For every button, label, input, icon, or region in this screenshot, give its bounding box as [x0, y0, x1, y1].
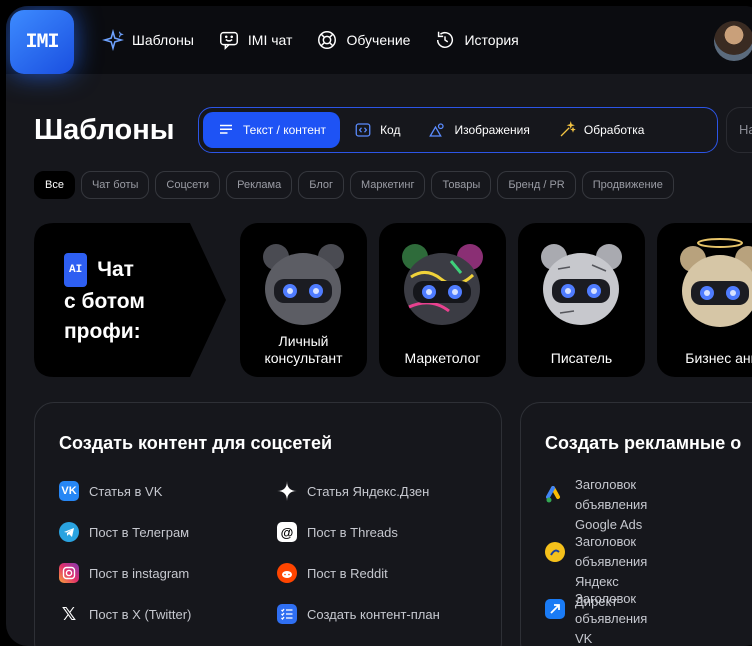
filter-chip[interactable]: Товары [431, 171, 492, 199]
tab-text-content[interactable]: Текст / контент [203, 112, 341, 148]
tab-label: Обработка [583, 123, 645, 137]
bot-label: Маркетолог [404, 350, 481, 366]
checklist-icon [277, 604, 297, 624]
item-line: VK Реклама [575, 631, 593, 646]
lifebuoy-icon [318, 31, 337, 49]
list-item-google-ads[interactable]: Заголовок объявления Google Ads [545, 475, 647, 535]
item-label: Создать контент-план [307, 606, 440, 622]
vk-ads-icon [545, 599, 565, 619]
logo[interactable]: IMI [10, 10, 74, 74]
list-item-telegram-post[interactable]: Пост в Телеграм [59, 522, 189, 542]
page-title: Шаблоны [34, 114, 175, 146]
bot-label: Личный консультант [264, 333, 343, 366]
sparkle-icon [102, 29, 124, 51]
filter-chip[interactable]: Бренд / PR [497, 171, 576, 199]
list-item-reddit-post[interactable]: Пост в Reddit [277, 563, 388, 583]
google-ads-icon [545, 485, 565, 505]
item-text: Заголовок объявления VK Реклама [575, 589, 647, 646]
list-item-instagram-post[interactable]: Пост в instagram [59, 563, 189, 583]
main-nav: Шаблоны IMI чат Обучение История [102, 6, 519, 74]
item-label: Пост в X (Twitter) [89, 606, 192, 622]
x-icon: 𝕏 [61, 603, 77, 624]
list-item-dzen-article[interactable]: Статья Яндекс.Дзен [277, 481, 429, 501]
card-title: Создать контент для соцсетей [59, 433, 333, 453]
history-icon [437, 31, 454, 48]
nav-item-templates[interactable]: Шаблоны [102, 29, 194, 51]
list-item-threads-post[interactable]: @ Пост в Threads [277, 522, 398, 542]
nav-label: История [464, 32, 519, 48]
promo-card: AI Чат с ботом профи: [34, 223, 226, 377]
tab-label: Текст / контент [243, 123, 327, 137]
filter-chip[interactable]: Продвижение [581, 171, 674, 199]
tab-label: Код [380, 123, 401, 137]
promo-line: с ботом [64, 290, 145, 313]
instagram-icon [59, 563, 79, 583]
item-label: Пост в Threads [307, 524, 398, 540]
promo-line: профи: [64, 320, 141, 343]
avatar[interactable] [714, 21, 752, 61]
item-text: Заголовок объявления Google Ads [575, 475, 647, 535]
ads-content-card: Создать рекламные о Заголовок объявления… [520, 402, 752, 646]
yandex-direct-icon [545, 542, 565, 562]
robot-bear-icon [541, 244, 622, 325]
telegram-icon [59, 522, 79, 542]
item-label: Статья Яндекс.Дзен [307, 483, 430, 499]
tab-images[interactable]: Изображения [414, 112, 543, 148]
bot-label: Бизнес анг [685, 350, 752, 366]
dzen-icon [277, 481, 297, 501]
bot-card-writer[interactable]: Писатель [518, 223, 645, 377]
social-content-card: Создать контент для соцсетей VK Статья в… [34, 402, 502, 646]
filter-chip[interactable]: Чат боты [80, 171, 150, 199]
bot-card-marketer[interactable]: Маркетолог [379, 223, 506, 377]
promo-text: AI Чат с ботом профи: [64, 253, 145, 347]
filter-chip[interactable]: Блог [298, 171, 344, 199]
robot-bear-icon [680, 238, 752, 327]
category-tabs: Текст / контент Код Изображения Обработк… [198, 107, 718, 153]
nav-item-learning[interactable]: Обучение [316, 29, 410, 51]
chat-smile-icon [219, 31, 238, 51]
tab-processing[interactable]: Обработка [544, 112, 659, 148]
robot-bear-icon [402, 244, 483, 325]
item-line: Заголовок объявления [575, 591, 648, 626]
text-lines-icon [220, 124, 232, 134]
code-icon [355, 123, 371, 137]
robot-bear-icon [263, 244, 344, 325]
item-label: Пост в Телеграм [89, 524, 190, 540]
item-line: Заголовок объявления [575, 477, 648, 512]
filter-chip[interactable]: Соцсети [155, 171, 221, 199]
list-item-x-post[interactable]: 𝕏 Пост в X (Twitter) [59, 603, 192, 624]
filter-chips: Все Чат боты Соцсети Реклама Блог Маркет… [34, 171, 674, 199]
search-input[interactable]: На [726, 107, 752, 153]
reddit-icon [277, 563, 297, 583]
threads-icon: @ [277, 522, 297, 542]
top-navigation: IMI Шаблоны IMI чат Обучение История [6, 6, 752, 74]
magic-wand-icon [560, 121, 576, 137]
nav-label: Шаблоны [132, 32, 194, 48]
list-item-vk-ads[interactable]: Заголовок объявления VK Реклама [545, 589, 647, 646]
bot-card-consultant[interactable]: Личный консультант [240, 223, 367, 377]
item-label: Пост в Reddit [307, 565, 388, 581]
app-window: IMI Шаблоны IMI чат Обучение История Шаб… [6, 6, 752, 646]
nav-item-chat[interactable]: IMI чат [218, 29, 293, 51]
card-title: Создать рекламные о [545, 433, 742, 453]
nav-item-history[interactable]: История [434, 29, 519, 51]
ai-badge: AI [64, 253, 88, 287]
item-line: Заголовок объявления [575, 534, 648, 569]
nav-label: Обучение [346, 32, 411, 48]
tab-code[interactable]: Код [340, 112, 414, 148]
tab-label: Изображения [454, 123, 530, 137]
filter-chip[interactable]: Реклама [226, 171, 293, 199]
bot-label: Писатель [550, 350, 613, 366]
bot-card-business[interactable]: Бизнес анг [657, 223, 752, 377]
item-label: Статья в VK [89, 483, 163, 499]
filter-chip[interactable]: Маркетинг [350, 171, 426, 199]
promo-line: Чат [97, 258, 134, 281]
nav-label: IMI чат [247, 32, 293, 48]
vk-icon: VK [59, 481, 79, 501]
image-shapes-icon [429, 123, 445, 137]
filter-chip-all[interactable]: Все [34, 171, 75, 199]
list-item-content-plan[interactable]: Создать контент-план [277, 604, 440, 624]
item-label: Пост в instagram [89, 565, 190, 581]
list-item-vk-article[interactable]: VK Статья в VK [59, 481, 162, 501]
